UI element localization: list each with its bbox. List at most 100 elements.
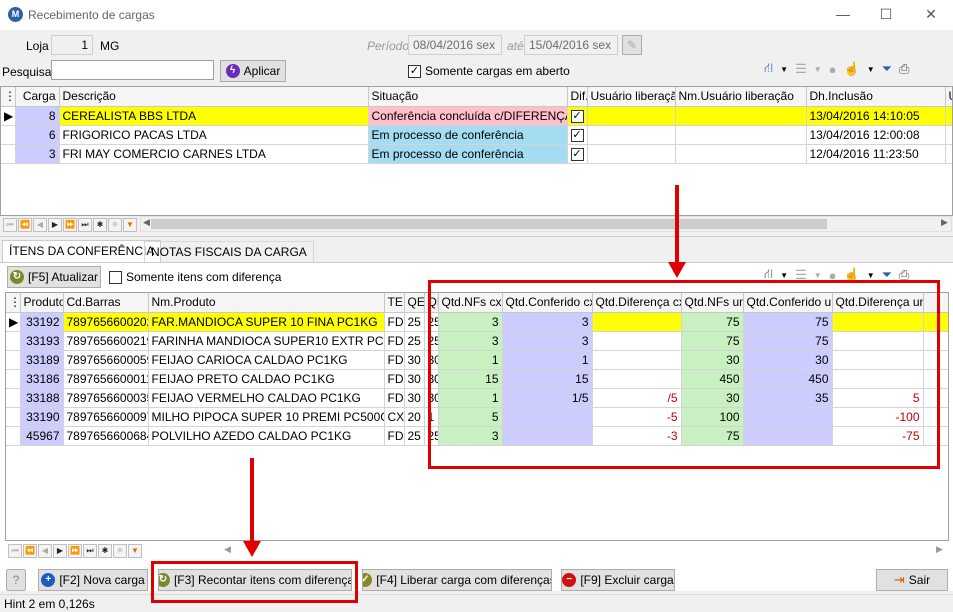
last-record-icon[interactable]: ⏭ bbox=[78, 218, 92, 232]
col-us[interactable]: Us bbox=[945, 87, 952, 107]
cell-produto[interactable]: 33193 bbox=[20, 331, 64, 351]
cell-qe[interactable]: 25 bbox=[404, 331, 425, 351]
cell-descricao[interactable]: FRI MAY COMERCIO CARNES LTDA bbox=[59, 144, 369, 164]
atualizar-button[interactable]: ↻ [F5] Atualizar bbox=[7, 266, 101, 288]
cell-qe[interactable]: 20 bbox=[404, 407, 425, 427]
nova-carga-button[interactable]: + [F2] Nova carga bbox=[38, 569, 148, 591]
cell-nm-produto[interactable]: FEIJAO CARIOCA CALDAO PC1KG bbox=[148, 350, 385, 370]
col-situacao[interactable]: Situação bbox=[368, 87, 568, 107]
cell-us[interactable] bbox=[945, 125, 952, 145]
cell-qe[interactable]: 30 bbox=[404, 350, 425, 370]
print-icon[interactable]: ⎙ bbox=[899, 61, 909, 77]
table-row[interactable]: 6 FRIGORICO PACAS LTDA Em processo de co… bbox=[1, 125, 952, 145]
maximize-button[interactable]: ☐ bbox=[875, 4, 897, 24]
col-dh-inclusao[interactable]: Dh.Inclusão bbox=[806, 87, 946, 107]
cell-nm-usuario[interactable] bbox=[675, 144, 807, 164]
insert-record-icon[interactable]: ✱ bbox=[98, 544, 112, 558]
cargas-hscrollbar[interactable]: ◀ ▶ bbox=[140, 216, 952, 232]
cell-te[interactable]: FD bbox=[384, 388, 405, 408]
loja-input[interactable]: 1 bbox=[51, 35, 93, 55]
cell-usuario[interactable] bbox=[587, 106, 676, 126]
col-nm-produto[interactable]: Nm.Produto bbox=[148, 293, 385, 313]
aplicar-button[interactable]: ϟ Aplicar bbox=[220, 60, 286, 82]
table-row[interactable]: ▶ 8 CEREALISTA BBS LTDA Conferência conc… bbox=[1, 106, 952, 126]
col-dif[interactable]: Dif. bbox=[567, 87, 588, 107]
cell-cd-barras[interactable]: 7897656600035 bbox=[63, 388, 149, 408]
last-record-icon[interactable]: ⏭ bbox=[83, 544, 97, 558]
cell-descricao[interactable]: CEREALISTA BBS LTDA bbox=[59, 106, 369, 126]
cell-cd-barras[interactable]: 7897656600219 bbox=[63, 331, 149, 351]
cell-nm-produto[interactable]: MILHO PIPOCA SUPER 10 PREMI PC500GR bbox=[148, 407, 385, 427]
cell-produto[interactable]: 33189 bbox=[20, 350, 64, 370]
minimize-button[interactable]: — bbox=[832, 4, 854, 24]
cell-us[interactable] bbox=[945, 144, 952, 164]
cell-produto[interactable]: 33186 bbox=[20, 369, 64, 389]
column-chooser-icon[interactable]: ⋮ bbox=[6, 293, 21, 313]
delete-record-icon[interactable]: ✳ bbox=[113, 544, 127, 558]
first-record-icon[interactable]: ⏮ bbox=[8, 544, 22, 558]
cell-qe[interactable]: 25 bbox=[404, 426, 425, 446]
cell-cd-barras[interactable]: 7897656600059 bbox=[63, 350, 149, 370]
cell-qe[interactable]: 30 bbox=[404, 388, 425, 408]
cell-produto[interactable]: 33190 bbox=[20, 407, 64, 427]
col-qe[interactable]: QE bbox=[404, 293, 425, 313]
cell-dh-inclusao[interactable]: 13/04/2016 12:00:08 bbox=[806, 125, 946, 145]
cell-usuario[interactable] bbox=[587, 144, 676, 164]
cell-dh-inclusao[interactable]: 12/04/2016 11:23:50 bbox=[806, 144, 946, 164]
next-page-icon[interactable]: ⏩ bbox=[63, 218, 77, 232]
cell-cd-barras[interactable]: 7897656600097 bbox=[63, 407, 149, 427]
filter-icon[interactable]: ⏷ bbox=[882, 61, 892, 77]
help-button[interactable]: ? bbox=[6, 569, 26, 591]
cell-usuario[interactable] bbox=[587, 125, 676, 145]
excluir-button[interactable]: − [F9] Excluir carga bbox=[561, 569, 675, 591]
cell-carga[interactable]: 6 bbox=[15, 125, 60, 145]
cell-carga[interactable]: 8 bbox=[15, 106, 60, 126]
cell-nm-produto[interactable]: FAR.MANDIOCA SUPER 10 FINA PC1KG bbox=[148, 312, 385, 332]
dropdown-arrow-icon[interactable]: ▼ bbox=[867, 271, 875, 280]
cell-te[interactable]: FD bbox=[384, 312, 405, 332]
cell-te[interactable]: FD bbox=[384, 331, 405, 351]
pesquisa-input[interactable] bbox=[51, 60, 214, 80]
cell-produto[interactable]: 45967 bbox=[20, 426, 64, 446]
cell-nm-usuario[interactable] bbox=[675, 125, 807, 145]
cell-te[interactable]: CX bbox=[384, 407, 405, 427]
col-te[interactable]: TE bbox=[384, 293, 405, 313]
col-usuario-liberacao[interactable]: Usuário liberação bbox=[587, 87, 676, 107]
sair-button[interactable]: ⇥ Sair bbox=[876, 569, 948, 591]
dropdown-arrow-icon[interactable]: ▼ bbox=[814, 65, 822, 74]
next-page-icon[interactable]: ⏩ bbox=[68, 544, 82, 558]
prev-record-icon[interactable]: ◀ bbox=[38, 544, 52, 558]
next-record-icon[interactable]: ▶ bbox=[48, 218, 62, 232]
cell-dif[interactable]: ✓ bbox=[567, 106, 588, 126]
cell-nm-usuario[interactable] bbox=[675, 106, 807, 126]
cell-te[interactable]: FD bbox=[384, 369, 405, 389]
cell-qe[interactable]: 30 bbox=[404, 369, 425, 389]
cell-nm-produto[interactable]: POLVILHO AZEDO CALDAO PC1KG bbox=[148, 426, 385, 446]
prev-record-icon[interactable]: ◀ bbox=[33, 218, 47, 232]
dropdown-arrow-icon[interactable]: ▼ bbox=[780, 65, 788, 74]
column-chooser-icon[interactable]: ⋮ bbox=[1, 87, 16, 107]
tree-icon[interactable]: ⛙ bbox=[764, 60, 773, 78]
cell-situacao[interactable]: Conferência concluída c/DIFERENÇA bbox=[368, 106, 568, 126]
col-cd-barras[interactable]: Cd.Barras bbox=[63, 293, 149, 313]
scroll-left-icon[interactable]: ◀ bbox=[143, 217, 150, 228]
cell-produto[interactable]: 33188 bbox=[20, 388, 64, 408]
scroll-right-icon[interactable]: ▶ bbox=[941, 217, 948, 228]
somente-abertas-checkbox[interactable]: ✓ Somente cargas em aberto bbox=[408, 64, 570, 78]
cell-us[interactable] bbox=[945, 106, 952, 126]
somente-diferenca-checkbox[interactable]: Somente itens com diferença bbox=[109, 270, 281, 284]
first-record-icon[interactable]: ⏮ bbox=[3, 218, 17, 232]
dropdown-arrow-icon[interactable]: ▼ bbox=[867, 65, 875, 74]
scroll-right-icon[interactable]: ▶ bbox=[936, 544, 943, 555]
filter-nav-icon[interactable]: ▼ bbox=[123, 218, 137, 232]
cell-dif[interactable]: ✓ bbox=[567, 125, 588, 145]
scroll-left-icon[interactable]: ◀ bbox=[224, 544, 231, 555]
col-nm-usuario-liberacao[interactable]: Nm.Usuário liberação bbox=[675, 87, 807, 107]
close-button[interactable]: ✕ bbox=[920, 4, 942, 24]
next-record-icon[interactable]: ▶ bbox=[53, 544, 67, 558]
col-descricao[interactable]: Descrição bbox=[59, 87, 369, 107]
prev-page-icon[interactable]: ⏪ bbox=[23, 544, 37, 558]
col-carga[interactable]: Carga bbox=[15, 87, 60, 107]
filter-nav-icon[interactable]: ▼ bbox=[128, 544, 142, 558]
edit-period-button[interactable]: ✎ bbox=[622, 35, 642, 55]
